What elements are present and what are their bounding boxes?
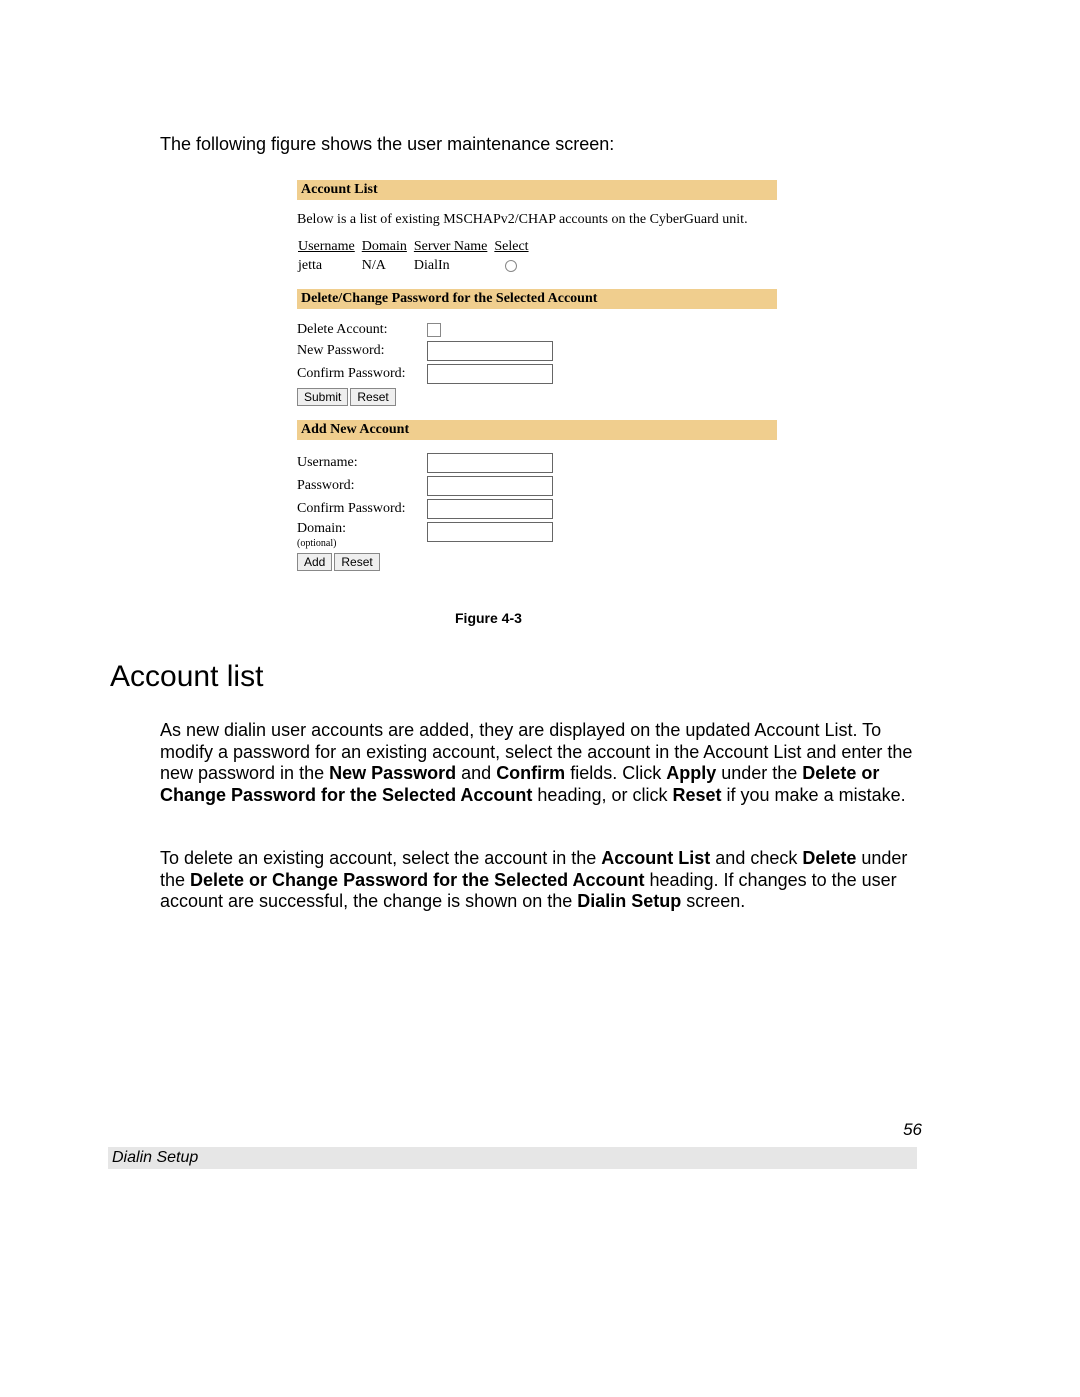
account-list-header: Account List xyxy=(297,180,777,200)
new-password-field[interactable] xyxy=(427,341,553,361)
footer-section-label: Dialin Setup xyxy=(108,1147,917,1169)
cell-username: jetta xyxy=(297,256,361,275)
account-list-description: Below is a list of existing MSCHAPv2/CHA… xyxy=(297,212,777,228)
username-field[interactable] xyxy=(427,453,553,473)
domain-label: Domain: xyxy=(297,521,346,536)
add-new-account-header: Add New Account xyxy=(297,420,777,440)
col-domain: Domain xyxy=(361,238,413,256)
document-page: The following figure shows the user main… xyxy=(0,0,1080,1397)
page-number: 56 xyxy=(903,1120,922,1140)
delete-change-header: Delete/Change Password for the Selected … xyxy=(297,289,777,309)
col-username: Username xyxy=(297,238,361,256)
table-header-row: Username Domain Server Name Select xyxy=(297,238,535,256)
confirm-password-field[interactable] xyxy=(427,364,553,384)
figure-caption: Figure 4-3 xyxy=(455,610,522,626)
paragraph-2: To delete an existing account, select th… xyxy=(160,848,920,913)
new-password-label: New Password: xyxy=(297,343,427,359)
cell-domain: N/A xyxy=(361,256,413,275)
confirm-password-label: Confirm Password: xyxy=(297,366,427,382)
reset-button-2[interactable]: Reset xyxy=(334,553,379,571)
domain-optional-hint: (optional) xyxy=(297,538,336,549)
screenshot-figure: Account List Below is a list of existing… xyxy=(297,180,777,571)
confirm-password-field-2[interactable] xyxy=(427,499,553,519)
select-radio[interactable] xyxy=(505,260,517,272)
delete-account-label: Delete Account: xyxy=(297,322,427,338)
domain-field[interactable] xyxy=(427,522,553,542)
cell-server: DialIn xyxy=(413,256,493,275)
username-label: Username: xyxy=(297,455,427,471)
reset-button[interactable]: Reset xyxy=(350,388,395,406)
confirm-password-label-2: Confirm Password: xyxy=(297,501,427,517)
table-row: jetta N/A DialIn xyxy=(297,256,535,275)
account-table: Username Domain Server Name Select jetta… xyxy=(297,238,535,275)
add-button[interactable]: Add xyxy=(297,553,332,571)
password-label: Password: xyxy=(297,478,427,494)
password-field[interactable] xyxy=(427,476,553,496)
submit-button[interactable]: Submit xyxy=(297,388,348,406)
intro-text: The following figure shows the user main… xyxy=(160,134,614,155)
paragraph-1: As new dialin user accounts are added, t… xyxy=(160,720,920,806)
col-select: Select xyxy=(493,238,534,256)
section-heading: Account list xyxy=(110,660,263,694)
delete-account-checkbox[interactable] xyxy=(427,323,441,337)
col-server-name: Server Name xyxy=(413,238,493,256)
